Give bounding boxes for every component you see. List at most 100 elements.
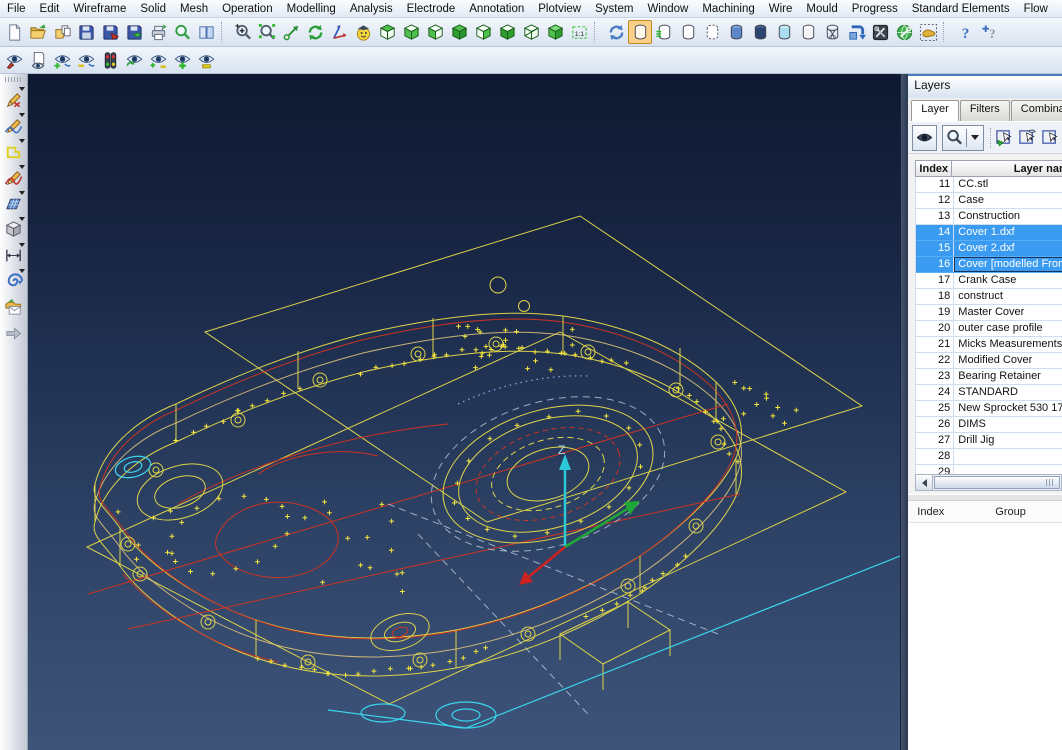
render-view-button[interactable] bbox=[351, 20, 375, 44]
traffic-lights-button[interactable] bbox=[98, 48, 122, 72]
table-row[interactable]: 15Cover 2.dxf bbox=[916, 241, 1062, 257]
eye-add-link-button[interactable] bbox=[50, 48, 74, 72]
view-cube-top-button[interactable] bbox=[375, 20, 399, 44]
save-solid-button[interactable] bbox=[122, 20, 146, 44]
table-row[interactable]: 18construct bbox=[916, 289, 1062, 305]
menu-electrode[interactable]: Electrode bbox=[400, 2, 463, 16]
column-header-layer-name[interactable]: Layer name bbox=[952, 160, 1062, 177]
menu-wire[interactable]: Wire bbox=[762, 2, 800, 16]
group-table-body[interactable] bbox=[908, 523, 1062, 750]
menu-mesh[interactable]: Mesh bbox=[173, 2, 215, 16]
table-row[interactable]: 22Modified Cover bbox=[916, 353, 1062, 369]
eye-plus-button[interactable] bbox=[170, 48, 194, 72]
tab-filters[interactable]: Filters bbox=[960, 100, 1010, 121]
split-view-button[interactable] bbox=[194, 20, 218, 44]
menu-file[interactable]: File bbox=[0, 2, 33, 16]
table-row[interactable]: 19Master Cover bbox=[916, 305, 1062, 321]
select-filter-button[interactable] bbox=[1041, 126, 1060, 150]
view-cube-dark-button[interactable] bbox=[495, 20, 519, 44]
cylinder-list-button[interactable] bbox=[652, 20, 676, 44]
open-copy-button[interactable] bbox=[50, 20, 74, 44]
table-row[interactable]: 27Drill Jig bbox=[916, 433, 1062, 449]
menu-solid[interactable]: Solid bbox=[133, 2, 173, 16]
view-cube-shaded-button[interactable] bbox=[543, 20, 567, 44]
eye-minus-button[interactable] bbox=[194, 48, 218, 72]
menu-edit[interactable]: Edit bbox=[33, 2, 67, 16]
group-splitter[interactable] bbox=[908, 494, 1062, 501]
eye-remove-link-button[interactable] bbox=[74, 48, 98, 72]
table-row[interactable]: 11CC.stl bbox=[916, 177, 1062, 193]
save-button[interactable] bbox=[74, 20, 98, 44]
column-header-index[interactable]: Index bbox=[915, 160, 952, 177]
arrow-forward-button[interactable] bbox=[1, 320, 25, 346]
menu-flow[interactable]: Flow bbox=[1017, 2, 1055, 16]
group-column-index[interactable]: Index bbox=[908, 506, 995, 518]
menu-modelling[interactable]: Modelling bbox=[280, 2, 343, 16]
eye-refresh-button[interactable] bbox=[122, 48, 146, 72]
table-row[interactable]: 14Cover 1.dxf bbox=[916, 225, 1062, 241]
open-file-button[interactable] bbox=[26, 20, 50, 44]
select-visible-button[interactable] bbox=[1018, 126, 1037, 150]
cylinder-blue-button[interactable] bbox=[724, 20, 748, 44]
menu-window[interactable]: Window bbox=[640, 2, 695, 16]
view-cube-right-button[interactable] bbox=[471, 20, 495, 44]
viewport[interactable]: Z bbox=[28, 74, 900, 750]
preview-button[interactable] bbox=[170, 20, 194, 44]
help-button[interactable]: ? bbox=[953, 20, 977, 44]
table-row[interactable]: 28 bbox=[916, 449, 1062, 465]
document-eye-button[interactable] bbox=[26, 48, 50, 72]
view-cube-left-button[interactable] bbox=[423, 20, 447, 44]
zoom-layer-button[interactable] bbox=[942, 125, 984, 151]
help-context-button[interactable]: ? bbox=[977, 20, 1001, 44]
toolbar-grip[interactable] bbox=[5, 77, 21, 82]
tab-layer[interactable]: Layer bbox=[911, 100, 959, 121]
measure-axes-button[interactable] bbox=[327, 20, 351, 44]
zoom-in-button[interactable] bbox=[231, 20, 255, 44]
menu-annotation[interactable]: Annotation bbox=[462, 2, 531, 16]
eye-plus-minus-button[interactable] bbox=[146, 48, 170, 72]
save-as-button[interactable] bbox=[98, 20, 122, 44]
cylinder-dashed-button[interactable] bbox=[700, 20, 724, 44]
table-row[interactable]: 24STANDARD bbox=[916, 385, 1062, 401]
table-row[interactable]: 20outer case profile bbox=[916, 321, 1062, 337]
regenerate-button[interactable] bbox=[303, 20, 327, 44]
cylinder-current-button[interactable] bbox=[628, 20, 652, 44]
cylinder-light-button[interactable] bbox=[772, 20, 796, 44]
table-row[interactable]: 25New Sprocket 530 17 bbox=[916, 401, 1062, 417]
panel-splitter[interactable] bbox=[900, 74, 908, 750]
group-column-group[interactable]: Group bbox=[995, 506, 1026, 518]
cylinder-empty-button[interactable] bbox=[676, 20, 700, 44]
eye-paint-button[interactable] bbox=[2, 48, 26, 72]
cylinder-plain-button[interactable] bbox=[796, 20, 820, 44]
table-row[interactable]: 12Case bbox=[916, 193, 1062, 209]
menu-wireframe[interactable]: Wireframe bbox=[66, 2, 133, 16]
system-tools-button[interactable] bbox=[868, 20, 892, 44]
table-row[interactable]: 29 bbox=[916, 465, 1062, 474]
menu-plotview[interactable]: Plotview bbox=[531, 2, 588, 16]
grab-selection-button[interactable] bbox=[916, 20, 940, 44]
profile-rect-button[interactable] bbox=[1, 138, 25, 164]
menu-standard-elements[interactable]: Standard Elements bbox=[905, 2, 1017, 16]
menu-mould[interactable]: Mould bbox=[799, 2, 844, 16]
select-add-button[interactable] bbox=[995, 126, 1014, 150]
table-row[interactable]: 26DIMS bbox=[916, 417, 1062, 433]
print-button[interactable] bbox=[146, 20, 170, 44]
table-row[interactable]: 23Bearing Retainer bbox=[916, 369, 1062, 385]
sketch-edit-button[interactable] bbox=[1, 86, 25, 112]
refresh-view-button[interactable] bbox=[604, 20, 628, 44]
curve-pencil-button[interactable] bbox=[1, 112, 25, 138]
tab-combinations[interactable]: Combinations bbox=[1011, 100, 1062, 121]
horizontal-scrollbar[interactable] bbox=[915, 474, 1062, 491]
table-row[interactable]: 13Construction bbox=[916, 209, 1062, 225]
surface-grid-button[interactable] bbox=[1, 190, 25, 216]
web-tools-button[interactable] bbox=[892, 20, 916, 44]
menu-machining[interactable]: Machining bbox=[695, 2, 761, 16]
zoom-1-1-button[interactable]: 1:1 bbox=[567, 20, 591, 44]
scroll-left-button[interactable] bbox=[916, 475, 933, 490]
zoom-extents-button[interactable] bbox=[279, 20, 303, 44]
folder-send-button[interactable] bbox=[1, 294, 25, 320]
menu-progress[interactable]: Progress bbox=[845, 2, 905, 16]
view-cube-section-button[interactable] bbox=[519, 20, 543, 44]
view-cube-bottom-button[interactable] bbox=[399, 20, 423, 44]
new-file-button[interactable] bbox=[2, 20, 26, 44]
